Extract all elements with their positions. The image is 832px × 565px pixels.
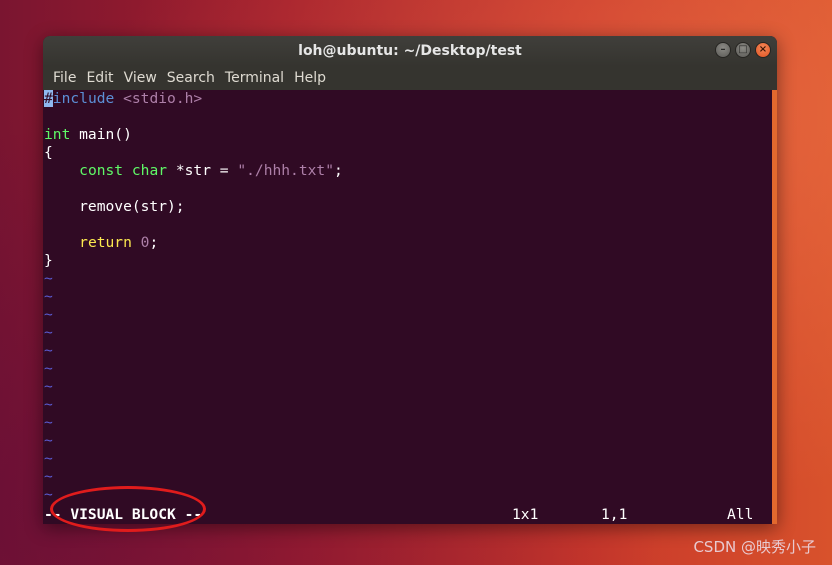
- code-line-close-brace: }: [44, 252, 53, 269]
- text-cursor: #: [44, 90, 53, 107]
- close-icon[interactable]: ×: [755, 42, 771, 58]
- tilde-line: ~: [44, 270, 53, 287]
- menubar: File Edit View Search Terminal Help: [43, 66, 777, 90]
- code-line-include: #include <stdio.h>: [44, 90, 202, 108]
- code-line-return: return 0;: [44, 234, 158, 252]
- watermark-text: CSDN @映秀小子: [693, 538, 816, 556]
- include-path: <stdio.h>: [123, 90, 203, 107]
- terminal-scrollbar[interactable]: [772, 90, 777, 524]
- tilde-line: ~: [44, 288, 53, 305]
- menu-terminal[interactable]: Terminal: [220, 70, 289, 86]
- tilde-line: ~: [44, 414, 53, 431]
- main-signature: main(): [70, 126, 132, 143]
- window-controls: – □ ×: [715, 42, 771, 58]
- const-keyword: const: [79, 162, 124, 179]
- tilde-line: ~: [44, 450, 53, 467]
- menu-help[interactable]: Help: [289, 70, 331, 86]
- code-line-remove: remove(str);: [44, 198, 185, 215]
- terminal-window: loh@ubuntu: ~/Desktop/test – □ × File Ed…: [43, 36, 777, 524]
- tilde-line: ~: [44, 342, 53, 359]
- decl-indent: [44, 162, 79, 179]
- scroll-position: All: [727, 506, 754, 523]
- include-keyword: include: [52, 90, 115, 107]
- tilde-line: ~: [44, 324, 53, 341]
- code-line-open-brace: {: [44, 144, 53, 161]
- tilde-line: ~: [44, 378, 53, 395]
- vim-editor-area[interactable]: #include <stdio.h> int main() { const ch…: [43, 90, 771, 524]
- menu-file[interactable]: File: [48, 70, 81, 86]
- selection-size: 1x1: [512, 506, 539, 523]
- menu-view[interactable]: View: [119, 70, 162, 86]
- minimize-icon[interactable]: –: [715, 42, 731, 58]
- menu-search[interactable]: Search: [162, 70, 220, 86]
- decl-semicolon: ;: [334, 162, 343, 179]
- code-line-declaration: const char *str = "./hhh.txt";: [44, 162, 343, 180]
- tilde-line: ~: [44, 360, 53, 377]
- main-return-type: int: [44, 126, 71, 143]
- menu-edit[interactable]: Edit: [81, 70, 118, 86]
- cursor-position: 1,1: [601, 506, 628, 523]
- decl-identifier: *str =: [167, 162, 238, 179]
- return-keyword: return: [79, 234, 132, 251]
- window-title: loh@ubuntu: ~/Desktop/test: [298, 43, 522, 59]
- tilde-line: ~: [44, 468, 53, 485]
- tilde-line: ~: [44, 486, 53, 503]
- tilde-line: ~: [44, 396, 53, 413]
- window-titlebar[interactable]: loh@ubuntu: ~/Desktop/test – □ ×: [43, 36, 777, 66]
- string-literal: "./hhh.txt": [237, 162, 334, 179]
- char-keyword: char: [131, 162, 168, 179]
- tilde-line: ~: [44, 432, 53, 449]
- tilde-line: ~: [44, 306, 53, 323]
- maximize-icon[interactable]: □: [735, 42, 751, 58]
- return-semicolon: ;: [149, 234, 159, 251]
- annotation-highlight-ellipse: [50, 486, 206, 532]
- code-line-main: int main(): [44, 126, 132, 144]
